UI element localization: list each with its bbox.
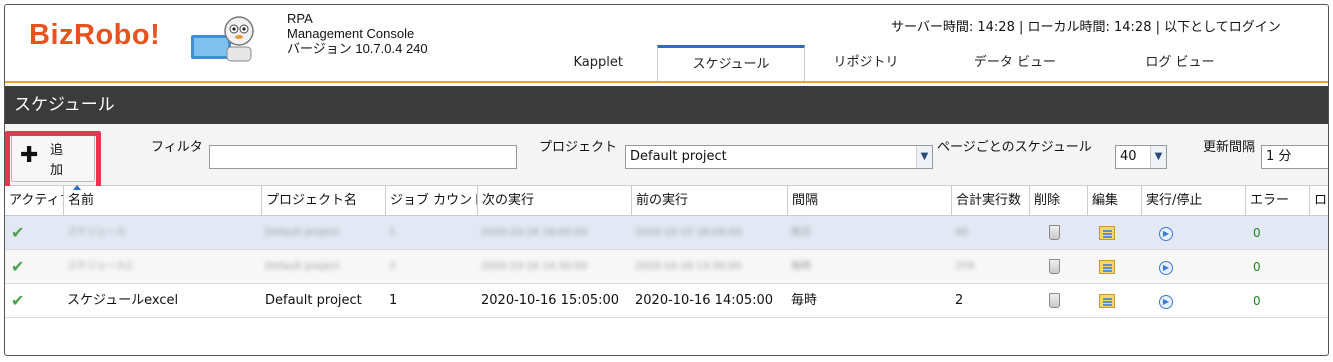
col-log[interactable]: ロ: [1309, 186, 1328, 216]
mascot-logo-icon: [191, 16, 254, 62]
tab-label: スケジュール: [692, 57, 770, 72]
project-select[interactable]: Default project ▼: [625, 145, 933, 169]
add-button-label: 追加: [50, 143, 64, 178]
cell-errors: 0: [1253, 294, 1261, 308]
cell-project: Default project: [265, 261, 340, 272]
tab-label: Kapplet: [573, 55, 623, 70]
col-name[interactable]: 名前: [63, 186, 261, 216]
table-row[interactable]: ✔ スケジュール2 Default project 3 2020-10-16 1…: [5, 250, 1328, 284]
plus-icon: ✚: [20, 143, 39, 168]
sort-asc-icon: [73, 185, 81, 190]
col-delete[interactable]: 削除: [1029, 186, 1087, 216]
cell-total: 379: [955, 261, 975, 272]
cell-total: 2: [955, 293, 964, 308]
col-next-run[interactable]: 次の実行: [477, 186, 631, 216]
server-time: サーバー時間: 14:28 | ローカル時間: 14:28 | 以下としてログイ…: [891, 20, 1281, 35]
col-run-stop[interactable]: 実行/停止: [1141, 186, 1245, 216]
tab-kapplet[interactable]: Kapplet: [553, 45, 623, 81]
toolbar: ✚ 追加 フィルタ プロジェクト Default project ▼ ページごと…: [5, 124, 1328, 193]
app-window: BizRobo! RPA Management Console バージョン 10…: [4, 4, 1329, 356]
product-line2: Management Console: [287, 26, 415, 41]
tab-data-view[interactable]: データ ビュー: [955, 45, 1075, 81]
tab-label: データ ビュー: [973, 55, 1057, 70]
cell-prev-run: 2020-10-15 18:00:00: [635, 227, 742, 238]
col-edit[interactable]: 編集: [1087, 186, 1141, 216]
chevron-down-icon: ▼: [1150, 146, 1166, 168]
cell-project: Default project: [265, 227, 340, 238]
product-info: RPA Management Console バージョン 10.7.0.4 24…: [287, 11, 428, 56]
col-prev-run[interactable]: 前の実行: [631, 186, 787, 216]
tab-label: ログ ビュー: [1145, 55, 1215, 70]
play-icon[interactable]: ▶: [1155, 250, 1185, 284]
tab-schedule[interactable]: スケジュール: [657, 45, 805, 81]
project-label: プロジェクト: [539, 140, 618, 155]
grid-header: アクティブ 名前 プロジェクト名 ジョブ カウント 次の実行 前の実行 間隔 合…: [5, 185, 1328, 216]
cell-next-run: 2020-10-16 14:30:00: [481, 261, 588, 272]
trash-icon[interactable]: [1045, 250, 1075, 284]
chevron-down-icon: ▼: [916, 146, 932, 168]
tab-log-view[interactable]: ログ ビュー: [1125, 45, 1235, 81]
edit-icon[interactable]: [1095, 250, 1125, 284]
project-select-value: Default project: [630, 149, 727, 164]
table-row[interactable]: ✔ スケジュールexcel Default project 1 2020-10-…: [5, 284, 1328, 318]
cell-name: スケジュール: [67, 227, 127, 238]
cell-job-count: 1: [389, 227, 396, 238]
cell-project: Default project: [265, 293, 362, 308]
cell-job-count: 3: [389, 261, 396, 272]
table-row[interactable]: ✔ スケジュール Default project 1 2020-10-16 18…: [5, 216, 1328, 250]
add-button[interactable]: ✚ 追加: [11, 132, 95, 182]
active-check-icon: ✔: [11, 257, 25, 276]
trash-icon[interactable]: [1045, 216, 1075, 250]
col-active[interactable]: アクティブ: [5, 186, 63, 216]
edit-icon[interactable]: [1095, 216, 1125, 250]
cell-errors: 0: [1253, 226, 1261, 240]
cell-prev-run: 2020-10-16 14:05:00: [635, 293, 774, 308]
play-icon[interactable]: ▶: [1155, 216, 1185, 250]
col-interval[interactable]: 間隔: [787, 186, 951, 216]
cell-name: スケジュールexcel: [67, 293, 179, 308]
per-page-select[interactable]: 40 ▼: [1115, 145, 1167, 169]
product-line1: RPA: [287, 11, 313, 26]
play-icon[interactable]: ▶: [1155, 284, 1185, 318]
cell-next-run: 2020-10-16 15:05:00: [481, 293, 620, 308]
col-project[interactable]: プロジェクト名: [261, 186, 385, 216]
filter-label: フィルタ: [151, 140, 203, 155]
cell-interval: 毎日: [791, 227, 811, 238]
cell-errors: 0: [1253, 260, 1261, 274]
refresh-label: 更新間隔: [1203, 140, 1256, 155]
active-check-icon: ✔: [11, 291, 25, 310]
filter-input[interactable]: [209, 145, 517, 169]
active-check-icon: ✔: [11, 223, 25, 242]
per-page-value: 40: [1120, 149, 1137, 164]
page-title: スケジュール: [5, 86, 1328, 124]
edit-icon[interactable]: [1095, 284, 1125, 318]
tab-label: リポジトリ: [833, 55, 899, 70]
cell-prev-run: 2020-10-16 13:30:00: [635, 261, 742, 272]
cell-interval: 毎時: [791, 293, 818, 308]
cell-name: スケジュール2: [67, 261, 133, 272]
tab-repository[interactable]: リポジトリ: [811, 45, 921, 81]
cell-interval: 毎時: [791, 261, 811, 272]
col-errors[interactable]: エラー: [1245, 186, 1309, 216]
cell-total: 48: [955, 227, 968, 238]
refresh-select[interactable]: 1 分: [1261, 145, 1328, 169]
col-job-count[interactable]: ジョブ カウント: [385, 186, 477, 216]
trash-icon[interactable]: [1045, 284, 1075, 318]
header-divider: [5, 81, 1328, 83]
logo: BizRobo!: [29, 19, 161, 51]
per-page-label: ページごとのスケジュール: [937, 140, 1092, 155]
version-label: バージョン 10.7.0.4 240: [287, 41, 428, 56]
cell-next-run: 2020-10-16 18:00:00: [481, 227, 588, 238]
refresh-value: 1 分: [1266, 149, 1292, 164]
col-total-runs[interactable]: 合計実行数: [951, 186, 1029, 216]
header: BizRobo! RPA Management Console バージョン 10…: [5, 5, 1328, 81]
cell-job-count: 1: [389, 293, 398, 308]
